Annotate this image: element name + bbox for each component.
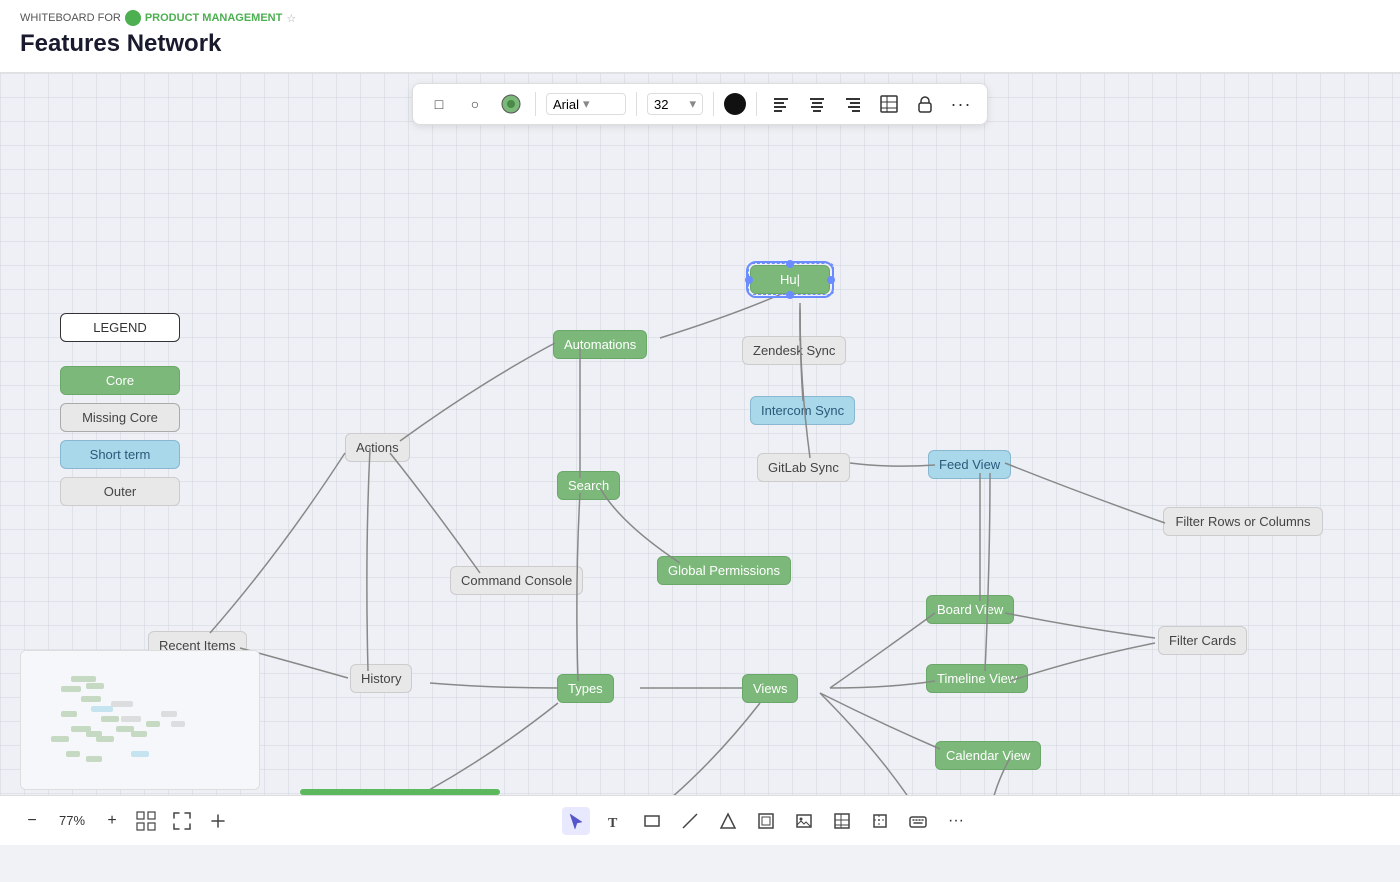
node-calendar-view[interactable]: Calendar View xyxy=(935,741,1041,770)
color-tool-btn[interactable] xyxy=(497,90,525,118)
node-gitlab[interactable]: GitLab Sync xyxy=(757,453,850,482)
header: WHITEBOARD FOR PRODUCT MANAGEMENT ☆ Feat… xyxy=(0,0,1400,73)
frame-tool-btn[interactable] xyxy=(752,807,780,835)
more-options-btn[interactable]: ··· xyxy=(947,90,975,118)
divider4 xyxy=(756,92,757,116)
legend-title: LEGEND xyxy=(60,313,180,342)
rect-tool-btn[interactable]: □ xyxy=(425,90,453,118)
breadcrumb: WHITEBOARD FOR PRODUCT MANAGEMENT ☆ xyxy=(20,10,1380,26)
canvas[interactable]: □ ○ Arial ▾ 32 ▾ ··· xyxy=(0,73,1400,845)
crop-tool-btn[interactable] xyxy=(866,807,894,835)
image-tool-btn[interactable] xyxy=(790,807,818,835)
minimap-content xyxy=(21,651,259,789)
align-left-btn[interactable] xyxy=(767,90,795,118)
zoom-in-btn[interactable]: + xyxy=(100,809,124,833)
lock-btn[interactable] xyxy=(911,90,939,118)
node-timeline-view[interactable]: Timeline View xyxy=(926,664,1028,693)
align-center-btn[interactable] xyxy=(803,90,831,118)
divider xyxy=(535,92,536,116)
node-feed-view[interactable]: Feed View xyxy=(928,450,1011,479)
product-label-text: PRODUCT MANAGEMENT xyxy=(145,12,283,24)
legend-core: Core xyxy=(60,366,180,395)
line-tool-btn[interactable] xyxy=(676,807,704,835)
node-command-console[interactable]: Command Console xyxy=(450,566,583,595)
legend-short-term: Short term xyxy=(60,440,180,469)
triangle-tool-btn[interactable] xyxy=(714,807,742,835)
rect-tool-btn[interactable] xyxy=(638,807,666,835)
node-filter-rows[interactable]: Filter Rows or Columns xyxy=(1163,507,1323,536)
node-zendesk[interactable]: Zendesk Sync xyxy=(742,336,846,365)
product-icon xyxy=(125,10,141,26)
font-size-selector[interactable]: 32 ▾ xyxy=(647,93,703,115)
node-automations[interactable]: Automations xyxy=(553,330,647,359)
star-icon[interactable]: ☆ xyxy=(286,12,296,25)
zoom-level: 77% xyxy=(52,813,92,828)
expand-btn[interactable] xyxy=(204,807,232,835)
font-selector[interactable]: Arial ▾ xyxy=(546,93,626,115)
node-search[interactable]: Search xyxy=(557,471,620,500)
bottom-toolbar: − 77% + T xyxy=(0,795,1400,845)
legend-missing-core: Missing Core xyxy=(60,403,180,432)
node-global-permissions[interactable]: Global Permissions xyxy=(657,556,791,585)
divider3 xyxy=(713,92,714,116)
table-tool-btn[interactable] xyxy=(828,807,856,835)
fit-view-btn[interactable] xyxy=(168,807,196,835)
node-hub[interactable]: Hu| xyxy=(750,265,830,294)
node-types[interactable]: Types xyxy=(557,674,614,703)
size-dropdown-icon: ▾ xyxy=(689,96,696,112)
node-actions[interactable]: Actions xyxy=(345,433,410,462)
text-tool-btn[interactable]: T xyxy=(600,807,628,835)
whiteboard-label-text: WHITEBOARD FOR xyxy=(20,12,121,24)
svg-text:T: T xyxy=(608,816,618,830)
node-history[interactable]: History xyxy=(350,664,412,693)
keyboard-tool-btn[interactable] xyxy=(904,807,932,835)
minimap[interactable] xyxy=(20,650,260,790)
pointer-tool-btn[interactable] xyxy=(562,807,590,835)
table-format-btn[interactable] xyxy=(875,90,903,118)
font-size-value: 32 xyxy=(654,97,668,112)
node-intercom[interactable]: Intercom Sync xyxy=(750,396,855,425)
node-filter-cards[interactable]: Filter Cards xyxy=(1158,626,1247,655)
text-color-swatch[interactable] xyxy=(724,93,746,115)
formatting-toolbar: □ ○ Arial ▾ 32 ▾ ··· xyxy=(412,83,988,125)
page-title: Features Network xyxy=(20,30,1380,58)
circle-tool-btn[interactable]: ○ xyxy=(461,90,489,118)
zoom-out-btn[interactable]: − xyxy=(20,809,44,833)
more-tools-btn[interactable]: ··· xyxy=(942,807,970,835)
align-right-btn[interactable] xyxy=(839,90,867,118)
node-board-view[interactable]: Board View xyxy=(926,595,1014,624)
zoom-controls: − 77% + xyxy=(20,807,232,835)
grid-toggle-btn[interactable] xyxy=(132,807,160,835)
font-dropdown-icon: ▾ xyxy=(583,96,590,112)
divider2 xyxy=(636,92,637,116)
legend-outer: Outer xyxy=(60,477,180,506)
legend-panel: LEGEND Core Missing Core Short term Oute… xyxy=(60,313,180,506)
font-name: Arial xyxy=(553,97,579,112)
drawing-tools: T · xyxy=(562,807,970,835)
node-views[interactable]: Views xyxy=(742,674,798,703)
